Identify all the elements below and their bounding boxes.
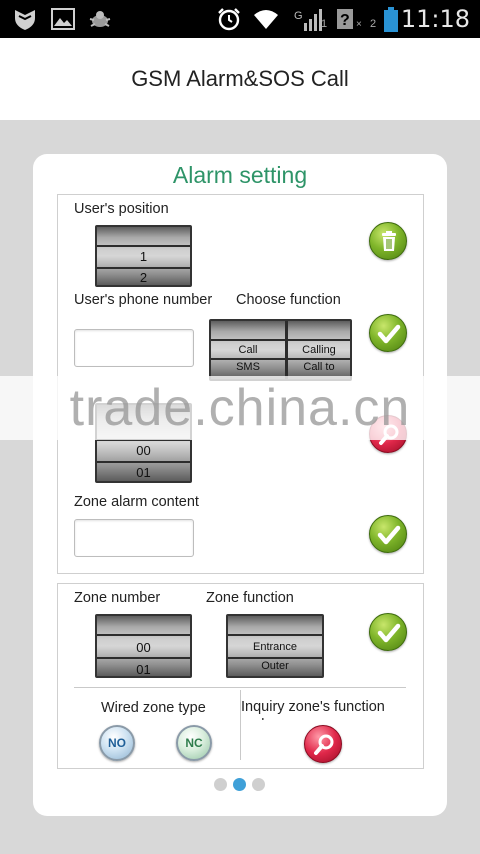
nc-button-label: NC [185,736,203,750]
nc-button[interactable]: NC [176,725,212,761]
picker-item: 2 [139,270,148,285]
picker-item: Entrance [252,641,298,653]
zone-settings-panel: Zone number Zone function 00 01 Entrance… [57,583,424,769]
picker-item: Call to [303,361,335,373]
inquiry-zone-function-label: Inquiry zone's function code [241,699,385,720]
zone-function-label: Zone function [206,590,294,606]
checkmark-icon [377,623,401,643]
zone-number-label: Zone number [74,590,161,606]
alarm-setting-card: Alarm setting User's position 1 2 User's… [33,154,447,816]
user-position-label: User's position [74,201,169,217]
app-title: GSM Alarm&SOS Call [131,66,349,91]
delete-user-button[interactable] [369,222,407,260]
svg-text:?: ? [340,12,350,29]
svg-text:G: G [294,10,303,22]
picker-item: 01 [136,662,151,677]
checkmark-icon [377,525,401,545]
confirm-user-button[interactable] [369,314,407,352]
zone-number-picker[interactable]: 00 01 [95,614,192,678]
picker-item: SMS [236,361,260,373]
page-indicator [33,778,447,792]
choose-function-label: Choose function [236,292,341,308]
zone-function-picker[interactable]: Entrance Outer [226,614,324,678]
page-dot[interactable] [214,778,227,791]
shield-icon [15,10,35,30]
signal-sim1-label: 1 [321,18,328,30]
card-title: Alarm setting [172,162,308,188]
clock-time: 11:18 [400,5,470,33]
user-position-picker[interactable]: 1 2 [95,225,192,287]
wired-zone-type-label: Wired zone type [101,700,206,716]
function-picker[interactable]: Call SMS Calling Call to [209,319,352,381]
picker-item: Call [238,344,258,356]
picker-item: Calling [302,344,336,356]
page-dot-active[interactable] [233,778,246,791]
bug-icon [89,11,111,27]
search-icon [314,734,334,755]
confirm-zone-button[interactable] [369,613,407,651]
status-bar: G 1 ? × 2 11:18 [0,0,480,38]
wifi-icon [254,10,278,29]
watermark-text: trade.china.cn [69,379,411,437]
page-dot[interactable] [252,778,265,791]
inquiry-search-button[interactable] [304,725,342,763]
alarm-clock-icon [218,8,240,31]
watermark-band: trade.china.cn [0,376,480,440]
image-icon [51,8,75,30]
picker-item: 00 [136,640,151,655]
picker-item: 01 [136,465,151,480]
battery-icon [384,7,398,32]
no-button-label: NO [108,736,126,750]
user-phone-label: User's phone number [74,292,213,308]
picker-item: Outer [261,660,289,672]
user-phone-input[interactable] [74,329,194,367]
no-button[interactable]: NO [99,725,135,761]
divider [74,687,406,688]
trash-icon [382,231,396,251]
picker-item: 1 [139,249,148,264]
signal-sim2-label: 2 [370,18,377,30]
zone-alarm-content-label: Zone alarm content [74,494,199,510]
checkmark-icon [377,324,401,344]
picker-item: 00 [136,443,151,458]
confirm-content-button[interactable] [369,515,407,553]
inquiry-label-clip: Inquiry zone's function code [241,696,421,720]
zone-alarm-content-input[interactable] [74,519,194,557]
svg-text:×: × [356,19,362,30]
app-header: GSM Alarm&SOS Call [0,38,480,120]
sim-unknown-icon: ? × [337,9,362,30]
